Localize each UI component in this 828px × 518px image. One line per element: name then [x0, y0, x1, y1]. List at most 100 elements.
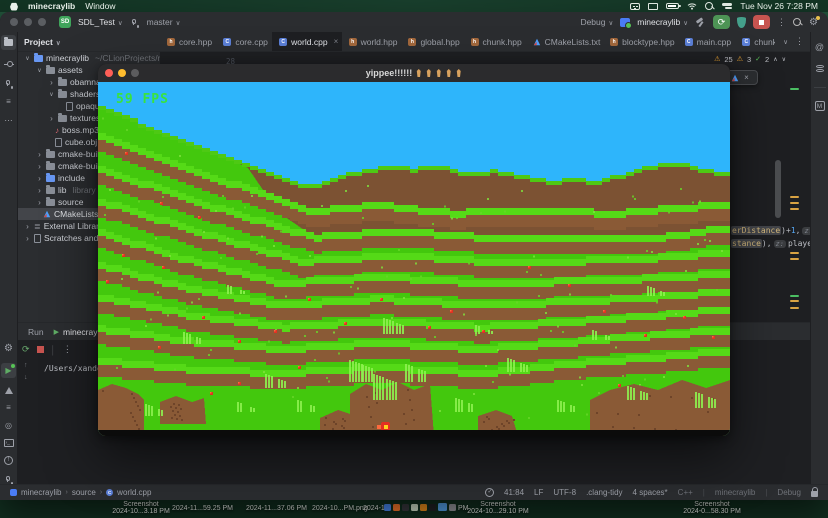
indent-style[interactable]: 4 spaces*	[633, 488, 668, 497]
game-window[interactable]: yippee!!!!!! 59 FPS	[98, 64, 730, 436]
desktop-file-icon[interactable]	[384, 504, 391, 511]
linter-status[interactable]: .clang-tidy	[586, 488, 622, 497]
debug-icon[interactable]	[737, 17, 746, 28]
stop-button[interactable]	[753, 15, 770, 29]
branch-selector[interactable]: master	[147, 17, 181, 27]
breadcrumb-project[interactable]: minecraylib	[21, 488, 61, 497]
menubar-clock[interactable]: Tue Nov 26 7:28 PM	[740, 1, 818, 11]
tab-global-hpp[interactable]: hglobal.hpp	[401, 32, 463, 51]
desktop-file-label[interactable]: 2024-11...59.25 PM	[172, 505, 233, 512]
tab-cmakelists[interactable]: CMakeLists.txt	[526, 32, 604, 51]
next-problem-icon[interactable]: ∨	[782, 56, 786, 63]
more-tools-icon[interactable]: ⋯	[4, 115, 13, 126]
desktop-file-icon[interactable]	[420, 504, 427, 511]
desktop-file-icon[interactable]	[429, 504, 436, 511]
build-type-selector[interactable]: Debug	[580, 17, 613, 27]
game-title-bar[interactable]: yippee!!!!!!	[98, 64, 730, 82]
close-icon[interactable]: ×	[744, 73, 749, 82]
cmake-tool-icon[interactable]	[5, 387, 13, 394]
breadcrumb-folder[interactable]: source	[72, 488, 96, 497]
scroll-up-icon[interactable]: ↑	[24, 362, 28, 369]
display-icon[interactable]	[648, 3, 658, 10]
profiler-tool-icon[interactable]: ◎	[5, 421, 12, 430]
pray-emoji-icon	[425, 69, 432, 77]
scroll-down-icon[interactable]: ↓	[24, 374, 28, 381]
run-tool-icon[interactable]: ▶	[1, 363, 16, 378]
editor-scrollbar[interactable]	[775, 160, 781, 218]
services-tool-icon[interactable]: ⚙	[4, 343, 13, 354]
rerun-button[interactable]: ⟳	[713, 15, 730, 29]
ai-assistant-icon[interactable]: @	[815, 42, 824, 52]
tab-core-hpp[interactable]: hcore.hpp	[160, 32, 216, 51]
apple-menu-icon[interactable]	[10, 2, 18, 11]
desktop-file-icon[interactable]	[393, 504, 400, 511]
battery-icon[interactable]	[666, 3, 679, 9]
library-icon: ≣	[34, 222, 41, 231]
tab-list-chevron-icon[interactable]: ∨	[783, 38, 788, 46]
console-options-icon[interactable]: ⋮	[63, 344, 72, 355]
breadcrumb-file[interactable]: world.cpp	[117, 488, 151, 497]
lock-icon[interactable]	[811, 491, 818, 497]
desktop-file-icon[interactable]	[402, 504, 409, 511]
problems-tool-icon[interactable]: !	[4, 456, 13, 465]
pray-emoji-icon	[415, 69, 422, 77]
terminal-tool-icon[interactable]: ›_	[4, 439, 14, 447]
spotlight-search-icon[interactable]	[705, 2, 714, 11]
stop-icon[interactable]	[37, 346, 44, 353]
desktop-icon-cluster[interactable]	[384, 503, 456, 511]
build-icon[interactable]	[695, 17, 706, 28]
git-tool-icon[interactable]	[4, 474, 14, 484]
run-config-selector[interactable]: minecraylib	[637, 17, 688, 27]
tab-world-hpp[interactable]: hworld.hpp	[342, 32, 402, 51]
rerun-icon[interactable]: ⟳	[22, 344, 30, 355]
desktop-file-label[interactable]: Screenshot 2024-0...58.30 PM	[676, 501, 748, 515]
project-panel-header[interactable]: Project	[18, 32, 160, 52]
desktop-file-icon[interactable]	[411, 504, 418, 511]
minimize-button[interactable]	[24, 18, 32, 26]
caret-position[interactable]: 41:84	[504, 488, 524, 497]
structure-tool-icon[interactable]: ≡	[6, 97, 11, 106]
tab-blocktype-hpp[interactable]: hblocktype.hpp	[603, 32, 677, 51]
tree-item-minecraylib[interactable]: minecraylib~/CLionProjects/minecray	[18, 52, 160, 64]
tab-world-cpp[interactable]: Cworld.cpp×	[272, 32, 341, 51]
file-label-line2: 2024-10...3.18 PM	[105, 508, 177, 515]
desktop-folder-icon[interactable]	[438, 503, 447, 511]
desktop-file-icon[interactable]	[449, 504, 456, 511]
desktop-file-label[interactable]: 2024-11...37.06 PM	[246, 505, 307, 512]
prev-problem-icon[interactable]: ∧	[773, 56, 777, 63]
more-actions-icon[interactable]: ⋮	[777, 17, 786, 28]
window-controls[interactable]	[10, 18, 46, 26]
analysis-status-icon[interactable]	[485, 488, 494, 497]
database-icon[interactable]	[816, 65, 824, 74]
control-center-icon[interactable]	[722, 3, 732, 10]
game-viewport[interactable]: 59 FPS	[98, 82, 730, 436]
tab-chunk-hpp[interactable]: hchunk.hpp	[464, 32, 526, 51]
active-app-menu[interactable]: minecraylib	[28, 1, 75, 11]
tab-options-icon[interactable]: ⋮	[795, 36, 804, 47]
search-everywhere-icon[interactable]	[793, 18, 802, 27]
file-encoding[interactable]: UTF-8	[553, 488, 576, 497]
pull-requests-tool-icon[interactable]	[4, 78, 14, 88]
project-tool-icon[interactable]	[1, 35, 16, 50]
desktop-file-label[interactable]: Screenshot 2024-10...29.10 PM	[462, 501, 534, 515]
project-selector[interactable]: SDL_Test	[78, 17, 123, 27]
keyboard-icon[interactable]	[630, 3, 640, 10]
close-button[interactable]	[10, 18, 18, 26]
window-menu[interactable]: Window	[85, 1, 115, 11]
commit-tool-icon[interactable]	[4, 59, 14, 69]
desktop-file-label[interactable]: Screenshot 2024-10...3.18 PM	[105, 501, 177, 515]
tab-core-cpp[interactable]: Ccore.cpp	[216, 32, 272, 51]
todo-tool-icon[interactable]: ≡	[6, 403, 11, 412]
desktop-file-label[interactable]: 2024-10...PM.png	[312, 505, 368, 512]
project-avatar: SD	[59, 16, 71, 28]
tab-main-cpp[interactable]: Cmain.cpp	[678, 32, 736, 51]
wifi-icon[interactable]	[687, 2, 697, 10]
settings-gear-icon[interactable]: ⚙	[809, 17, 818, 28]
hpp-file-icon: h	[167, 38, 175, 46]
tab-chunk[interactable]: Cchunk	[735, 32, 775, 51]
run-tab[interactable]: Run	[28, 327, 44, 337]
close-tab-icon[interactable]: ×	[334, 37, 339, 46]
markdown-icon[interactable]: M	[815, 101, 825, 111]
zoom-button[interactable]	[38, 18, 46, 26]
line-separator[interactable]: LF	[534, 488, 543, 497]
